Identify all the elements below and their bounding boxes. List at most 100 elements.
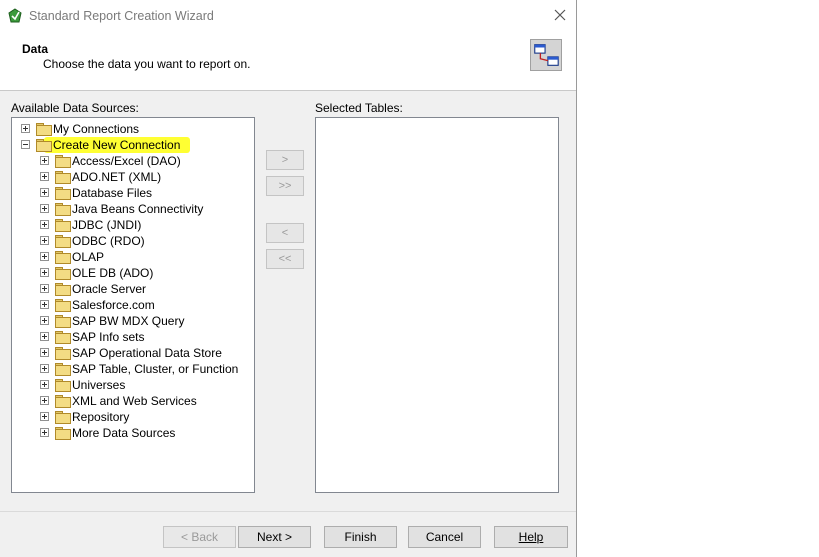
help-button[interactable]: Help — [494, 526, 568, 548]
expand-icon[interactable] — [21, 124, 30, 133]
folder-icon — [55, 155, 71, 168]
tree-item-label: My Connections — [53, 122, 140, 136]
folder-icon — [55, 411, 71, 424]
tree-item-label: Salesforce.com — [72, 298, 155, 312]
help-button-label: Help — [518, 530, 544, 544]
tree-item-label: SAP Table, Cluster, or Function — [72, 362, 239, 376]
tree-item[interactable]: Java Beans Connectivity — [12, 201, 252, 217]
remove-button[interactable]: < — [266, 223, 304, 243]
expand-icon[interactable] — [40, 332, 49, 341]
tree-item-label: Java Beans Connectivity — [72, 202, 204, 216]
expand-icon[interactable] — [40, 188, 49, 197]
folder-icon — [55, 203, 71, 216]
folder-icon — [55, 299, 71, 312]
folder-icon — [55, 395, 71, 408]
tree-item-label: ODBC (RDO) — [72, 234, 145, 248]
folder-icon — [55, 363, 71, 376]
folder-icon — [36, 123, 52, 136]
tree-item-label: Repository — [72, 410, 130, 424]
tree-item-label: Oracle Server — [72, 282, 147, 296]
tree-item[interactable]: Access/Excel (DAO) — [12, 153, 252, 169]
close-icon[interactable] — [548, 6, 572, 26]
back-button[interactable]: < Back — [163, 526, 236, 548]
wizard-header: Data Choose the data you want to report … — [0, 32, 576, 91]
remove-all-button[interactable]: << — [266, 249, 304, 269]
next-button[interactable]: Next > — [238, 526, 311, 548]
folder-icon — [55, 187, 71, 200]
expand-icon[interactable] — [40, 220, 49, 229]
expand-icon[interactable] — [40, 284, 49, 293]
expand-icon[interactable] — [40, 364, 49, 373]
tree-item-label: XML and Web Services — [72, 394, 197, 408]
tree-item-label: ADO.NET (XML) — [72, 170, 162, 184]
folder-icon — [55, 171, 71, 184]
tree-item[interactable]: Create New Connection — [12, 137, 252, 153]
finish-button[interactable]: Finish — [324, 526, 397, 548]
tree-item[interactable]: JDBC (JNDI) — [12, 217, 252, 233]
cancel-button[interactable]: Cancel — [408, 526, 481, 548]
tree-item-label: OLAP — [72, 250, 105, 264]
expand-icon[interactable] — [40, 268, 49, 277]
title-bar: Standard Report Creation Wizard — [0, 0, 576, 32]
folder-icon — [55, 331, 71, 344]
expand-icon[interactable] — [40, 172, 49, 181]
folder-icon — [55, 315, 71, 328]
tree-item[interactable]: Repository — [12, 409, 252, 425]
data-sources-tree[interactable]: My Connections Create New Connection Acces… — [11, 117, 255, 493]
selected-tables-label: Selected Tables: — [315, 101, 403, 115]
tree-item[interactable]: SAP Table, Cluster, or Function — [12, 361, 252, 377]
folder-icon — [55, 427, 71, 440]
folder-icon — [55, 219, 71, 232]
add-all-button[interactable]: >> — [266, 176, 304, 196]
crystal-reports-app-icon — [8, 8, 22, 23]
tree-item[interactable]: SAP Info sets — [12, 329, 252, 345]
folder-icon — [55, 251, 71, 264]
tree-item[interactable]: OLE DB (ADO) — [12, 265, 252, 281]
tree-item[interactable]: OLAP — [12, 249, 252, 265]
tree-item[interactable]: SAP Operational Data Store — [12, 345, 252, 361]
expand-icon[interactable] — [40, 316, 49, 325]
tree-item[interactable]: Universes — [12, 377, 252, 393]
expand-icon[interactable] — [40, 412, 49, 421]
expand-icon[interactable] — [40, 396, 49, 405]
tree-item-label: SAP Info sets — [72, 330, 145, 344]
expand-icon[interactable] — [40, 300, 49, 309]
available-data-sources-label: Available Data Sources: — [11, 101, 139, 115]
folder-icon — [55, 379, 71, 392]
expand-icon[interactable] — [40, 236, 49, 245]
folder-icon — [55, 283, 71, 296]
expand-icon[interactable] — [40, 252, 49, 261]
tree-item-label: More Data Sources — [72, 426, 176, 440]
window-title: Standard Report Creation Wizard — [29, 9, 214, 23]
tree-item-label: Database Files — [72, 186, 153, 200]
tree-item[interactable]: XML and Web Services — [12, 393, 252, 409]
tree-item[interactable]: More Data Sources — [12, 425, 252, 441]
selected-tables-list[interactable] — [315, 117, 559, 493]
tree-item[interactable]: ADO.NET (XML) — [12, 169, 252, 185]
expand-icon[interactable] — [40, 348, 49, 357]
tree-item[interactable]: Oracle Server — [12, 281, 252, 297]
expand-icon[interactable] — [40, 380, 49, 389]
expand-icon[interactable] — [40, 204, 49, 213]
tree-item-label: SAP BW MDX Query — [72, 314, 185, 328]
tree-item-label: OLE DB (ADO) — [72, 266, 154, 280]
tree-item[interactable]: Database Files — [12, 185, 252, 201]
folder-icon — [36, 139, 52, 152]
wizard-window: Standard Report Creation Wizard Data Cho… — [0, 0, 577, 557]
tree-item[interactable]: ODBC (RDO) — [12, 233, 252, 249]
tree-item[interactable]: My Connections — [12, 121, 252, 137]
tree-item[interactable]: SAP BW MDX Query — [12, 313, 252, 329]
folder-icon — [55, 347, 71, 360]
expand-icon[interactable] — [40, 428, 49, 437]
tree-item-label: Create New Connection — [53, 138, 181, 152]
expand-icon[interactable] — [40, 156, 49, 165]
tree-item-label: Universes — [72, 378, 126, 392]
folder-icon — [55, 267, 71, 280]
footer-divider — [0, 511, 576, 512]
collapse-icon[interactable] — [21, 140, 30, 149]
page-title: Data — [22, 42, 49, 56]
database-link-icon — [530, 39, 562, 71]
tree-item[interactable]: Salesforce.com — [12, 297, 252, 313]
tree-item-label: Access/Excel (DAO) — [72, 154, 181, 168]
add-button[interactable]: > — [266, 150, 304, 170]
